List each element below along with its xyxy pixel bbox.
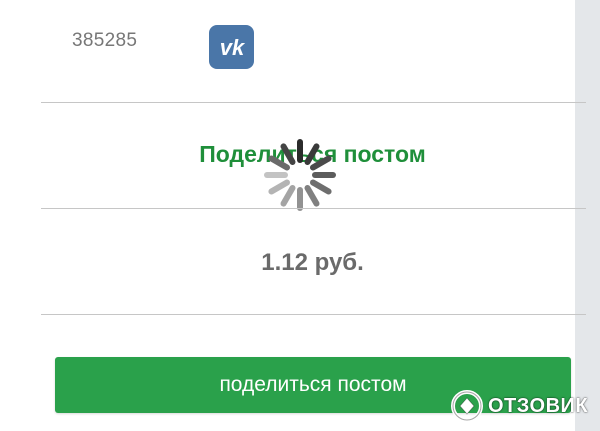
otzovik-logo-icon bbox=[451, 390, 483, 422]
spinner-segment bbox=[268, 179, 291, 195]
spinner-segment bbox=[304, 184, 320, 207]
divider bbox=[41, 208, 586, 209]
divider bbox=[41, 314, 586, 315]
watermark: ОТЗОВИК bbox=[450, 386, 588, 426]
spinner-segment bbox=[309, 155, 332, 171]
svg-text:vk: vk bbox=[219, 36, 245, 58]
spinner-segment bbox=[280, 143, 296, 166]
divider bbox=[41, 102, 586, 103]
share-card: 385285 vk Поделиться постом 1.12 руб. по… bbox=[0, 0, 586, 431]
vk-logo-glyph: vk bbox=[219, 36, 245, 58]
spinner-segment bbox=[309, 179, 332, 195]
spinner-icon bbox=[264, 139, 336, 211]
spinner-segment bbox=[280, 184, 296, 207]
spinner-segment bbox=[268, 155, 291, 171]
reward-price: 1.12 руб. bbox=[261, 249, 364, 276]
share-count: 385285 bbox=[72, 30, 138, 51]
spinner-segment bbox=[304, 143, 320, 166]
watermark-text: ОТЗОВИК bbox=[488, 394, 589, 417]
vk-logo-icon[interactable]: vk bbox=[209, 25, 254, 69]
background-strip bbox=[575, 0, 600, 431]
